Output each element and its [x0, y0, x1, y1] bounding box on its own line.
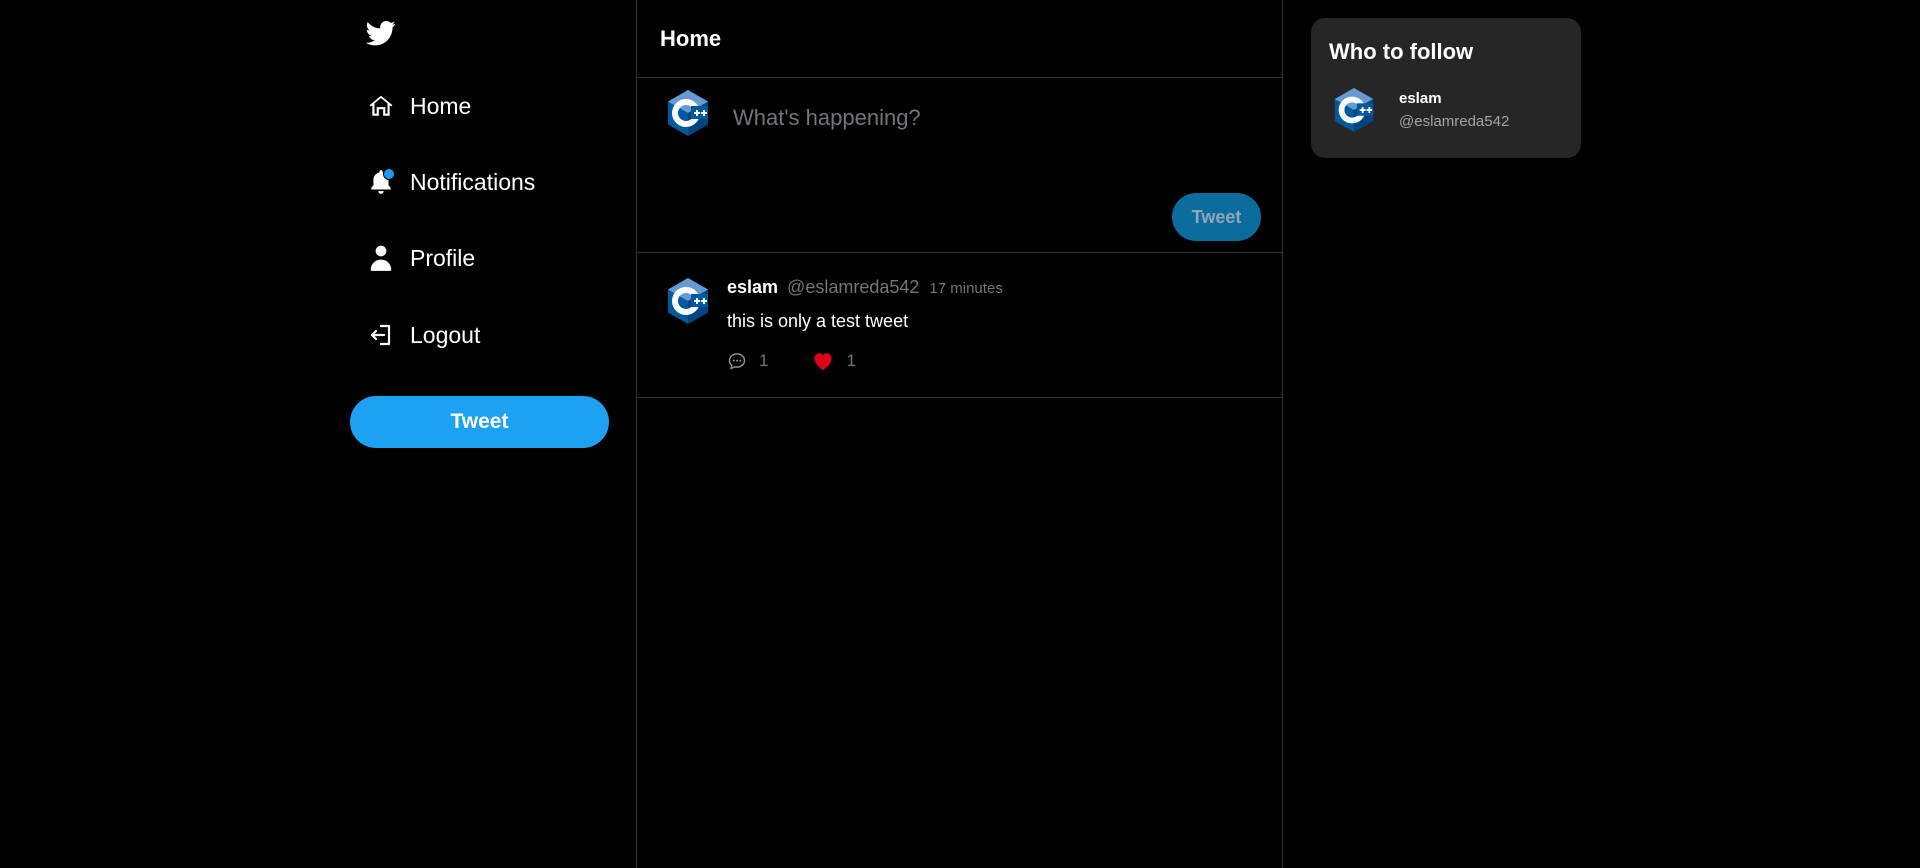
who-to-follow-panel: Who to follow eslam @eslamreda542 [1311, 18, 1581, 158]
tweet-author-handle[interactable]: @eslamreda542 [787, 277, 919, 298]
suggested-user[interactable]: eslam @eslamreda542 [1331, 87, 1509, 133]
page-title: Home [660, 25, 722, 51]
sidebar-item-label: Logout [410, 321, 481, 348]
tweet-timestamp: 17 minutes [929, 280, 1003, 297]
composer-tweet-button[interactable]: Tweet [1172, 193, 1261, 241]
home-icon [366, 91, 396, 121]
suggested-user-text: eslam @eslamreda542 [1399, 90, 1509, 130]
feed-header: Home [637, 0, 1282, 78]
tweet-text: this is only a test tweet [727, 311, 909, 331]
sidebar-item-notifications[interactable]: Notifications [366, 159, 535, 205]
who-to-follow-title: Who to follow [1329, 39, 1474, 64]
tweet-input[interactable] [731, 98, 1251, 138]
tweet-author-name[interactable]: eslam [727, 277, 778, 298]
sidebar-item-label: Profile [410, 244, 476, 271]
suggested-user-handle: @eslamreda542 [1399, 113, 1510, 130]
user-icon [366, 243, 396, 273]
comment-count: 1 [759, 351, 769, 370]
cpp-logo-avatar [668, 90, 708, 136]
sidebar-item-label: Notifications [410, 168, 536, 195]
feed-column: Home Tweet eslam @eslamreda542 17 minute… [636, 0, 1283, 868]
logout-icon [366, 320, 396, 350]
comment-button[interactable]: 1 [727, 351, 768, 371]
sidebar: Home Notifications Profile Logout Tweet [350, 0, 610, 868]
comment-icon [728, 353, 746, 370]
cpp-logo-avatar[interactable] [664, 277, 712, 325]
like-button[interactable]: 1 [812, 351, 856, 371]
tweet-actions: 1 1 [727, 351, 856, 371]
sidebar-item-logout[interactable]: Logout [366, 312, 480, 358]
bell-icon [366, 167, 396, 197]
sidebar-item-label: Home [410, 92, 472, 119]
sidebar-item-home[interactable]: Home [366, 83, 471, 129]
heart-icon [814, 353, 833, 371]
like-count: 1 [846, 351, 856, 370]
tweet-item[interactable]: eslam @eslamreda542 17 minutes this is o… [637, 253, 1282, 398]
twitter-bird-icon[interactable] [366, 18, 396, 48]
cpp-logo-avatar [1334, 87, 1374, 133]
tweet-header: eslam @eslamreda542 17 minutes [727, 277, 1003, 298]
sidebar-tweet-button[interactable]: Tweet [350, 396, 609, 448]
tweet-composer: Tweet [637, 78, 1282, 253]
notification-dot [383, 168, 395, 180]
sidebar-item-profile[interactable]: Profile [366, 235, 475, 281]
suggested-user-name[interactable]: eslam [1399, 90, 1509, 107]
